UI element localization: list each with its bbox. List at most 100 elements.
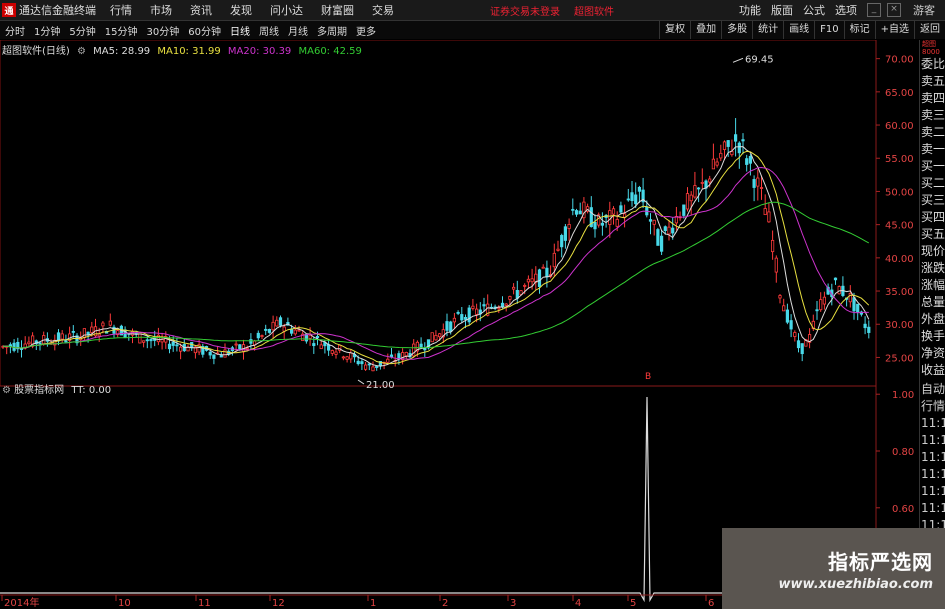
- settings-icon[interactable]: ⚙: [2, 385, 11, 396]
- period-monthly[interactable]: 月线: [288, 23, 308, 38]
- candle-body: [319, 344, 323, 349]
- tool-duogu[interactable]: 多股: [721, 21, 752, 39]
- menu-gongneng[interactable]: 功能: [739, 2, 761, 18]
- candle-body: [630, 192, 634, 202]
- menu-zixun[interactable]: 资讯: [190, 2, 212, 18]
- candle-body: [563, 226, 568, 241]
- tt-value: TT: 0.00: [71, 385, 112, 396]
- menu-banmian[interactable]: 版面: [771, 2, 793, 18]
- period-60min[interactable]: 60分钟: [188, 23, 221, 38]
- candle-body: [796, 340, 801, 349]
- menu-caifuquan[interactable]: 财富圈: [321, 2, 354, 18]
- period-weekly[interactable]: 周线: [259, 23, 279, 38]
- candle-body: [652, 219, 656, 225]
- candle-body: [863, 323, 867, 329]
- candle-body: [634, 194, 638, 205]
- x-tick-label: 3: [510, 598, 516, 609]
- candle-body: [297, 329, 301, 332]
- side-time-item: 11:1: [921, 484, 945, 498]
- candle-body: [708, 178, 712, 183]
- candle-body: [711, 158, 716, 170]
- side-time-item: 11:1: [921, 450, 945, 464]
- candle-body: [726, 140, 730, 147]
- tool-back[interactable]: 返回: [914, 21, 945, 39]
- price-chart[interactable]: 70.00 65.00 60.00 55.00 50.00 45.00 40.00 35.00…: [0, 40, 919, 609]
- candle-body: [737, 142, 741, 154]
- side-quote-item: 买五: [921, 227, 945, 241]
- menu-shichang[interactable]: 市场: [150, 2, 172, 18]
- low-annotation-line: [357, 379, 365, 385]
- candle-body: [815, 309, 819, 312]
- period-fenshi[interactable]: 分时: [5, 23, 25, 38]
- ma5-label: MA5: 28.99: [93, 46, 151, 57]
- tool-tongji[interactable]: 统计: [752, 21, 783, 39]
- candle-body: [515, 289, 519, 299]
- tool-huaxian[interactable]: 画线: [783, 21, 814, 39]
- watermark-url: www.xuezhibiao.com: [778, 576, 933, 592]
- side-quote-item: 净资: [921, 346, 945, 360]
- candle-body: [574, 210, 579, 215]
- menu-wenxiaoda[interactable]: 问小达: [270, 2, 303, 18]
- candle-body: [567, 224, 571, 229]
- candle-body: [82, 328, 86, 339]
- side-quote-item: 买一: [921, 159, 945, 173]
- candle-body: [800, 343, 804, 355]
- period-multi[interactable]: 多周期: [317, 23, 347, 38]
- candle-body: [101, 322, 105, 327]
- candle-body: [167, 343, 172, 350]
- candle-body: [238, 344, 242, 350]
- candle-body: [27, 341, 31, 345]
- candle-body: [537, 269, 542, 287]
- tool-add-watchlist[interactable]: +自选: [874, 21, 914, 39]
- y-tick-label: 30.00: [885, 320, 914, 331]
- candle-body: [434, 335, 438, 341]
- candle-body: [471, 305, 475, 309]
- menu-xuanxiang[interactable]: 选项: [835, 2, 857, 18]
- tool-diejia[interactable]: 叠加: [690, 21, 721, 39]
- candle-body: [722, 141, 727, 150]
- period-5min[interactable]: 5分钟: [69, 23, 95, 38]
- login-status[interactable]: 证券交易未登录: [490, 3, 560, 18]
- candle-body: [467, 307, 471, 323]
- period-30min[interactable]: 30分钟: [146, 23, 179, 38]
- app-logo-icon: 通: [2, 3, 16, 17]
- menu-jiaoyi[interactable]: 交易: [372, 2, 394, 18]
- menu-hangqing[interactable]: 行情: [110, 2, 132, 18]
- y-tick-label: 35.00: [885, 287, 914, 298]
- candle-body: [445, 321, 449, 331]
- candle-body: [719, 152, 723, 159]
- close-icon[interactable]: ×: [887, 3, 901, 17]
- guest-label[interactable]: 游客: [913, 2, 935, 18]
- candle-body: [556, 248, 560, 251]
- candle-body: [593, 221, 597, 230]
- candle-body: [315, 335, 320, 339]
- minimize-icon[interactable]: _: [867, 3, 881, 17]
- tool-biaoji[interactable]: 标记: [843, 21, 875, 39]
- candle-body: [308, 334, 312, 339]
- period-15min[interactable]: 15分钟: [105, 23, 138, 38]
- period-more[interactable]: 更多: [356, 23, 376, 38]
- candle-body: [267, 329, 272, 333]
- candle-body: [793, 332, 797, 337]
- tool-f10[interactable]: F10: [814, 21, 843, 39]
- candle-body: [523, 284, 527, 287]
- osc-y-tick-label: 0.60: [892, 504, 914, 515]
- x-tick-label: 2: [442, 598, 448, 609]
- period-daily[interactable]: 日线: [230, 23, 250, 38]
- menu-gongshi[interactable]: 公式: [803, 2, 825, 18]
- candle-body: [767, 211, 771, 223]
- y-tick-label: 60.00: [885, 121, 914, 132]
- settings-icon[interactable]: ⚙: [77, 46, 86, 57]
- period-1min[interactable]: 1分钟: [34, 23, 60, 38]
- candle-body: [656, 229, 660, 246]
- tool-fuquan[interactable]: 复权: [659, 21, 690, 39]
- candle-body: [86, 331, 90, 335]
- candle-body: [175, 344, 179, 347]
- menu-faxian[interactable]: 发现: [230, 2, 252, 18]
- candle-body: [90, 326, 94, 333]
- candle-body: [223, 349, 227, 358]
- x-tick-label: 4: [575, 598, 581, 609]
- candle-body: [600, 222, 605, 226]
- candle-body: [449, 321, 453, 332]
- candle-body: [748, 156, 753, 164]
